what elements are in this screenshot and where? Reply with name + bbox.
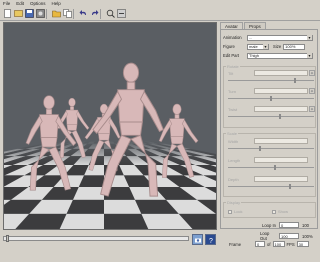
floor-tile xyxy=(104,213,149,229)
width-label: Width xyxy=(228,139,239,144)
twist-field[interactable] xyxy=(254,106,308,112)
show-label: Show xyxy=(278,209,289,214)
animation-dropdown[interactable]: ... ▼ xyxy=(247,34,313,41)
turn-field[interactable] xyxy=(254,88,308,94)
length-field[interactable] xyxy=(254,157,308,163)
floor-tile xyxy=(59,213,104,229)
figure-label: Figure xyxy=(223,44,235,49)
edit-part-label: Edit Part xyxy=(223,53,240,58)
question-icon: ? xyxy=(209,238,213,244)
export-icon[interactable] xyxy=(35,9,45,19)
new-icon[interactable] xyxy=(2,9,12,19)
figure-value: male xyxy=(249,44,258,49)
help-button[interactable]: ? xyxy=(205,234,216,245)
edit-part-value: Thigh xyxy=(249,53,260,58)
width-slider[interactable] xyxy=(228,146,314,151)
toolbar-separator xyxy=(46,8,49,19)
floor-tile xyxy=(104,199,142,214)
chevron-down-icon: ▼ xyxy=(307,35,312,40)
fps-label: FPS xyxy=(286,241,295,247)
toolbar-separator xyxy=(100,8,103,19)
menu-help[interactable]: Help xyxy=(49,0,64,7)
chevron-down-icon: ▼ xyxy=(263,44,268,49)
width-field[interactable] xyxy=(254,138,308,144)
checkbox-icon xyxy=(228,209,232,214)
size-label: Size xyxy=(273,44,282,49)
animation-value: ... xyxy=(249,35,253,40)
chevron-down-icon: ▼ xyxy=(307,53,312,58)
rotate-group: Rotate Tilt ◆ Turn ◆ Twist ◆ xyxy=(223,64,316,128)
twist-reset-button[interactable]: ◆ xyxy=(309,106,315,112)
camera-button[interactable] xyxy=(192,234,203,245)
tilt-label: Tilt xyxy=(228,71,234,76)
timeline-slider[interactable] xyxy=(3,235,189,242)
total-frames-input[interactable]: 100 xyxy=(272,241,285,247)
menu-file[interactable]: File xyxy=(0,0,13,7)
open-icon[interactable] xyxy=(13,9,23,19)
show-checkbox[interactable]: Show xyxy=(272,209,288,214)
frame-row: Frame 0 of 100 FPS 30 xyxy=(229,241,309,247)
twist-slider[interactable] xyxy=(228,114,314,119)
properties-panel: Avatar Props Animation ... ▼ Figure male… xyxy=(220,22,318,230)
loop-in-end: 100 xyxy=(302,222,309,228)
turn-slider[interactable] xyxy=(228,96,314,101)
loop-in-row: Loop In 0 100 xyxy=(262,222,309,228)
loop-in-input[interactable]: 0 xyxy=(279,222,299,228)
loop-out-end: 100% xyxy=(302,233,313,239)
lock-checkbox[interactable]: Lock xyxy=(228,209,242,214)
frame-label: Frame xyxy=(229,241,242,247)
figure-row: Figure male ▼ Size 100% xyxy=(223,43,306,50)
save-icon[interactable] xyxy=(24,9,34,19)
depth-slider[interactable] xyxy=(228,184,314,189)
turn-label: Turn xyxy=(228,89,237,94)
zoom-out-icon[interactable] xyxy=(116,9,126,19)
menu-edit[interactable]: Edit xyxy=(13,0,27,7)
camera-icon xyxy=(194,238,201,242)
size-input[interactable]: 100% xyxy=(283,43,306,50)
edit-part-row: Edit Part Thigh ▼ xyxy=(223,52,313,59)
folder-icon[interactable] xyxy=(51,9,61,19)
tilt-slider[interactable] xyxy=(228,78,314,83)
3d-viewport[interactable] xyxy=(3,22,217,230)
loop-out-label: Loop Out xyxy=(260,231,270,241)
copy-icon[interactable] xyxy=(62,9,72,19)
rotate-group-title: Rotate xyxy=(226,64,240,69)
toolbar-separator xyxy=(73,8,76,19)
redo-icon[interactable] xyxy=(89,9,99,19)
animation-label: Animation xyxy=(223,35,242,40)
scene-render xyxy=(4,23,216,229)
fps-input[interactable]: 30 xyxy=(296,241,309,247)
twist-label: Twist xyxy=(228,107,238,112)
of-label: of xyxy=(267,241,271,247)
animation-row: Animation ... ▼ xyxy=(223,34,313,41)
menu-bar: File Edit Options Help xyxy=(0,0,320,7)
menu-options[interactable]: Options xyxy=(27,0,49,7)
frame-input[interactable]: 0 xyxy=(255,241,265,247)
edit-part-dropdown[interactable]: Thigh ▼ xyxy=(247,52,313,59)
floor-tile xyxy=(66,199,104,214)
toolbar xyxy=(0,7,320,21)
timeline-thumb[interactable] xyxy=(5,235,9,242)
lock-label: Lock xyxy=(234,209,243,214)
display-group: Display Lock Show xyxy=(223,200,316,218)
figure-dropdown[interactable]: male ▼ xyxy=(247,43,269,50)
length-slider[interactable] xyxy=(228,165,314,170)
zoom-in-icon[interactable] xyxy=(105,9,115,19)
turn-reset-button[interactable]: ◆ xyxy=(309,88,315,94)
display-group-title: Display xyxy=(226,200,242,205)
length-label: Length xyxy=(228,158,241,163)
loop-in-label: Loop In xyxy=(262,222,276,228)
loop-out-input[interactable]: 100 xyxy=(279,233,299,239)
avatar-tab-content: Animation ... ▼ Figure male ▼ Size 100% … xyxy=(220,29,318,229)
tilt-reset-button[interactable]: ◆ xyxy=(309,70,315,76)
undo-icon[interactable] xyxy=(78,9,88,19)
depth-label: Depth xyxy=(228,177,239,182)
checkbox-icon xyxy=(272,209,276,214)
loop-out-row: Loop Out 100 100% xyxy=(260,231,313,241)
scale-group-title: Scale xyxy=(226,131,239,136)
depth-field[interactable] xyxy=(254,176,308,182)
scale-group: Scale Width Length Depth xyxy=(223,131,316,197)
svg-text:?: ? xyxy=(209,238,213,244)
tilt-field[interactable] xyxy=(254,70,308,76)
